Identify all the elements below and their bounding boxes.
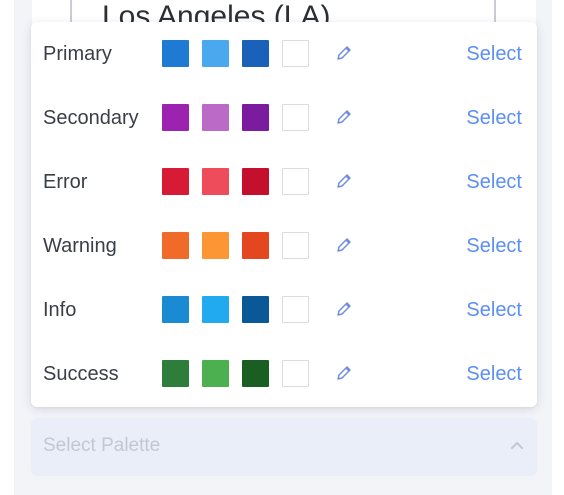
palette-row-secondary: Secondary Select: [31, 86, 537, 150]
color-swatch: [242, 232, 269, 259]
pencil-icon[interactable]: [334, 235, 354, 255]
palette-row-primary: Primary Select: [31, 22, 537, 86]
color-swatch: [162, 296, 189, 323]
color-swatch: [242, 296, 269, 323]
color-swatch: [242, 360, 269, 387]
pencil-icon[interactable]: [334, 171, 354, 191]
chevron-up-icon[interactable]: [510, 440, 524, 450]
empty-color-swatch: [282, 104, 309, 131]
color-swatch: [202, 104, 229, 131]
pencil-icon[interactable]: [334, 363, 354, 383]
pencil-icon[interactable]: [334, 299, 354, 319]
palette-row-info: Info Select: [31, 278, 537, 342]
color-swatch: [202, 296, 229, 323]
color-swatch: [242, 40, 269, 67]
pencil-icon[interactable]: [334, 43, 354, 63]
palette-row-label: Info: [43, 299, 77, 321]
palette-dropdown: Primary Select Secondary Select Error Select W…: [31, 22, 537, 407]
palette-row-label: Secondary: [43, 107, 139, 129]
color-swatch: [242, 168, 269, 195]
color-swatch: [202, 360, 229, 387]
palette-row-label: Primary: [43, 43, 112, 65]
color-swatch: [162, 168, 189, 195]
color-swatch: [242, 104, 269, 131]
select-error-link[interactable]: Select: [466, 170, 522, 194]
empty-color-swatch: [282, 296, 309, 323]
select-primary-link[interactable]: Select: [466, 42, 522, 66]
palette-row-label: Success: [43, 363, 119, 385]
color-swatch: [202, 40, 229, 67]
pencil-icon[interactable]: [334, 107, 354, 127]
select-warning-link[interactable]: Select: [466, 234, 522, 258]
empty-color-swatch: [282, 168, 309, 195]
select-palette-input[interactable]: Select Palette: [31, 418, 537, 476]
palette-picker-screen: Los Angeles (LA) Primary Select Secondary S…: [0, 0, 564, 495]
empty-color-swatch: [282, 360, 309, 387]
color-swatch: [162, 40, 189, 67]
palette-row-label: Warning: [43, 235, 117, 257]
color-swatch: [162, 360, 189, 387]
palette-row-error: Error Select: [31, 150, 537, 214]
color-swatch: [202, 168, 229, 195]
color-swatch: [202, 232, 229, 259]
select-palette-placeholder: Select Palette: [43, 435, 161, 456]
palette-row-success: Success Select: [31, 342, 537, 406]
color-swatch: [162, 232, 189, 259]
color-swatch: [162, 104, 189, 131]
empty-color-swatch: [282, 40, 309, 67]
select-secondary-link[interactable]: Select: [466, 106, 522, 130]
palette-row-warning: Warning Select: [31, 214, 537, 278]
select-success-link[interactable]: Select: [466, 362, 522, 386]
palette-row-label: Error: [43, 171, 88, 193]
select-info-link[interactable]: Select: [466, 298, 522, 322]
empty-color-swatch: [282, 232, 309, 259]
